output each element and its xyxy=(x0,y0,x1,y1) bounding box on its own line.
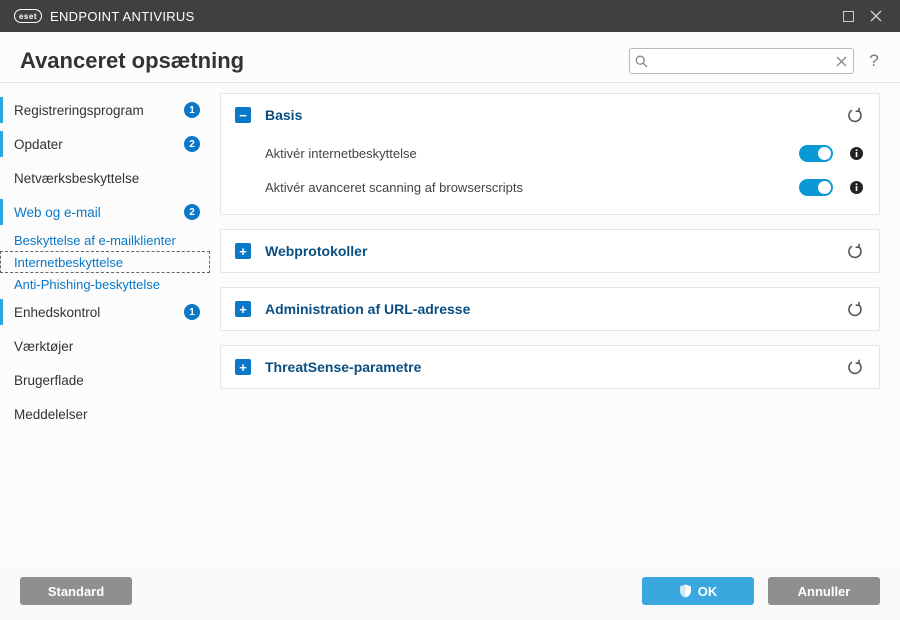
sidebar-item-label: Beskyttelse af e-mailklienter xyxy=(14,233,200,248)
expand-icon: + xyxy=(235,243,251,259)
window-maximize-button[interactable] xyxy=(834,0,862,32)
section-url-adresse: + Administration af URL-adresse xyxy=(220,287,880,331)
titlebar: eset ENDPOINT ANTIVIRUS xyxy=(0,0,900,32)
sidebar-item-anti-phishing[interactable]: Anti-Phishing-beskyttelse xyxy=(0,273,210,295)
toggle-internetbeskyttelse[interactable] xyxy=(799,145,833,162)
shield-icon xyxy=(679,584,692,598)
window-close-button[interactable] xyxy=(862,0,890,32)
sidebar-item-brugerflade[interactable]: Brugerflade xyxy=(0,363,210,397)
section-header-threatsense[interactable]: + ThreatSense-parametre xyxy=(221,346,879,388)
brand-logo: eset xyxy=(14,9,42,23)
search-icon xyxy=(630,55,652,68)
cancel-button[interactable]: Annuller xyxy=(768,577,880,605)
setting-row-internetbeskyttelse: Aktivér internetbeskyttelse xyxy=(265,136,865,170)
search-field[interactable] xyxy=(629,48,854,74)
help-button[interactable]: ? xyxy=(862,49,886,73)
search-input[interactable] xyxy=(652,49,829,73)
sidebar-item-label: Registreringsprogram xyxy=(14,103,178,118)
default-button[interactable]: Standard xyxy=(20,577,132,605)
ok-button[interactable]: OK xyxy=(642,577,754,605)
section-header-basis[interactable]: − Basis xyxy=(221,94,879,136)
sidebar: Registreringsprogram 1 Opdater 2 Netværk… xyxy=(0,83,210,550)
toggle-browserscripts[interactable] xyxy=(799,179,833,196)
ok-button-label: OK xyxy=(698,584,718,599)
search-clear-icon[interactable] xyxy=(829,56,853,67)
sidebar-item-badge: 2 xyxy=(184,204,200,220)
info-icon[interactable] xyxy=(847,178,865,196)
page-title: Avanceret opsætning xyxy=(20,48,244,74)
section-header-url-adresse[interactable]: + Administration af URL-adresse xyxy=(221,288,879,330)
section-basis: − Basis Aktivér internetbeskyttelse Akti… xyxy=(220,93,880,215)
section-title: Administration af URL-adresse xyxy=(265,301,845,317)
info-icon[interactable] xyxy=(847,144,865,162)
sidebar-item-label: Værktøjer xyxy=(14,339,200,354)
sidebar-item-label: Anti-Phishing-beskyttelse xyxy=(14,277,200,292)
sidebar-item-netvaerksbeskyttelse[interactable]: Netværksbeskyttelse xyxy=(0,161,210,195)
sidebar-item-web-og-email[interactable]: Web og e-mail 2 xyxy=(0,195,210,229)
product-name: ENDPOINT ANTIVIRUS xyxy=(50,9,195,24)
sidebar-item-label: Brugerflade xyxy=(14,373,200,388)
page-header: Avanceret opsætning ? xyxy=(0,32,900,83)
sidebar-item-internetbeskyttelse[interactable]: Internetbeskyttelse xyxy=(0,251,210,273)
content-area: − Basis Aktivér internetbeskyttelse Akti… xyxy=(210,83,900,550)
sidebar-item-label: Web og e-mail xyxy=(14,205,178,220)
section-threatsense: + ThreatSense-parametre xyxy=(220,345,880,389)
sidebar-item-label: Internetbeskyttelse xyxy=(14,255,200,270)
section-title: Basis xyxy=(265,107,845,123)
reset-icon[interactable] xyxy=(845,105,865,125)
setting-label: Aktivér avanceret scanning af browserscr… xyxy=(265,180,799,195)
sidebar-item-badge: 1 xyxy=(184,102,200,118)
setting-label: Aktivér internetbeskyttelse xyxy=(265,146,799,161)
expand-icon: + xyxy=(235,301,251,317)
sidebar-item-registreringsprogram[interactable]: Registreringsprogram 1 xyxy=(0,93,210,127)
reset-icon[interactable] xyxy=(845,299,865,319)
sidebar-item-opdater[interactable]: Opdater 2 xyxy=(0,127,210,161)
sidebar-item-meddelelser[interactable]: Meddelelser xyxy=(0,397,210,431)
sidebar-item-beskyttelse-emailklienter[interactable]: Beskyttelse af e-mailklienter xyxy=(0,229,210,251)
sidebar-item-label: Opdater xyxy=(14,137,178,152)
sidebar-item-label: Netværksbeskyttelse xyxy=(14,171,200,186)
reset-icon[interactable] xyxy=(845,357,865,377)
reset-icon[interactable] xyxy=(845,241,865,261)
sidebar-item-enhedskontrol[interactable]: Enhedskontrol 1 xyxy=(0,295,210,329)
section-header-webprotokoller[interactable]: + Webprotokoller xyxy=(221,230,879,272)
expand-icon: + xyxy=(235,359,251,375)
section-title: ThreatSense-parametre xyxy=(265,359,845,375)
section-title: Webprotokoller xyxy=(265,243,845,259)
section-webprotokoller: + Webprotokoller xyxy=(220,229,880,273)
collapse-icon: − xyxy=(235,107,251,123)
sidebar-item-label: Enhedskontrol xyxy=(14,305,178,320)
setting-row-browserscripts: Aktivér avanceret scanning af browserscr… xyxy=(265,170,865,204)
sidebar-item-badge: 1 xyxy=(184,304,200,320)
sidebar-item-label: Meddelelser xyxy=(14,407,200,422)
sidebar-item-badge: 2 xyxy=(184,136,200,152)
sidebar-item-vaerktoejer[interactable]: Værktøjer xyxy=(0,329,210,363)
footer: Standard OK Annuller xyxy=(0,562,900,620)
